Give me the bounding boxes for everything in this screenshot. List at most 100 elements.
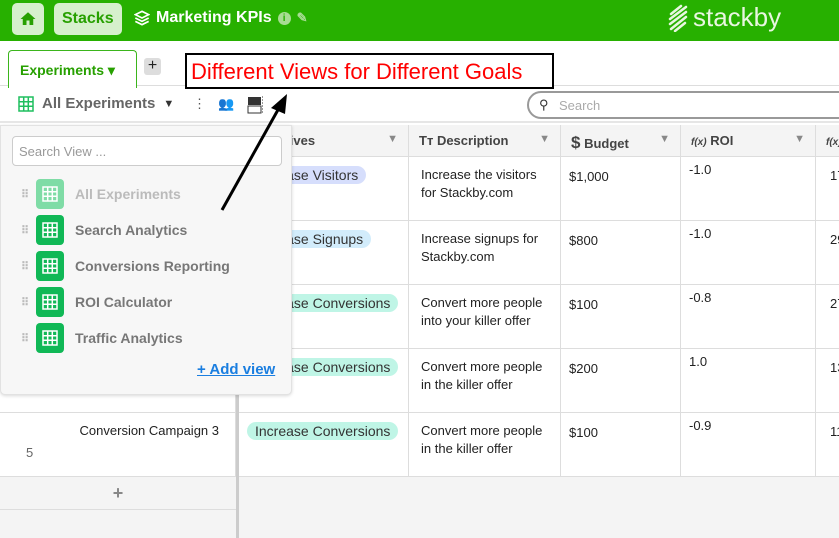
description-line: in the killer offer	[421, 441, 513, 456]
drag-handle-icon[interactable]: ⠿	[21, 296, 36, 309]
row-primary-cell[interactable]: Conversion Campaign 3 5	[0, 413, 236, 477]
stack-name: Marketing KPIs	[156, 9, 272, 26]
view-label: Search Analytics	[75, 222, 188, 238]
view-item[interactable]: ⠿ Search Analytics	[21, 215, 187, 245]
description-line: Increase the visitors	[421, 167, 537, 182]
grid-view-icon	[36, 323, 64, 353]
budget-cell[interactable]: $200	[561, 349, 681, 413]
currency-icon: $	[571, 133, 581, 152]
formula-cell[interactable]: 17	[816, 157, 839, 221]
description-cell[interactable]: Convert more people in the killer offer	[409, 349, 561, 413]
grid-view-icon	[36, 251, 64, 281]
description-line: into your killer offer	[421, 313, 531, 328]
info-icon[interactable]: i	[277, 11, 291, 25]
formula-value: 29	[830, 232, 839, 247]
budget-cell[interactable]: $100	[561, 285, 681, 349]
description-line: Convert more people	[421, 295, 543, 310]
description-line: in the killer offer	[421, 377, 513, 392]
roi-cell[interactable]: -1.0	[681, 221, 816, 285]
header-roi[interactable]: f(x) ROI ▼	[681, 125, 816, 157]
description-cell[interactable]: Convert more people into your killer offe…	[409, 285, 561, 349]
add-row-button[interactable]: +	[0, 477, 236, 510]
drag-handle-icon[interactable]: ⠿	[21, 224, 36, 237]
add-view-link[interactable]: + Add view	[197, 361, 275, 378]
view-label: Traffic Analytics	[75, 330, 183, 346]
budget-cell[interactable]: $800	[561, 221, 681, 285]
grid-view-icon	[18, 95, 34, 112]
row-number: 5	[26, 445, 34, 460]
budget-value: $200	[569, 361, 598, 376]
search-placeholder: Search	[559, 98, 601, 113]
grid-view-icon	[36, 215, 64, 245]
description-line: Convert more people	[421, 423, 543, 438]
stackby-logo-icon	[668, 4, 688, 32]
top-bar: Stacks Marketing KPIs i ✎ stackby	[0, 0, 839, 41]
grid-view-icon	[36, 179, 64, 209]
roi-value: -0.9	[689, 418, 712, 433]
budget-value: $100	[569, 297, 598, 312]
description-line: for Stackby.com	[421, 185, 514, 200]
view-item[interactable]: ⠿ ROI Calculator	[21, 287, 172, 317]
header-budget[interactable]: $ Budget ▼	[561, 125, 681, 157]
budget-value: $800	[569, 233, 598, 248]
view-item[interactable]: ⠿ Traffic Analytics	[21, 323, 183, 353]
formula-value: 13	[830, 360, 839, 375]
search-icon: ⚲	[539, 97, 549, 112]
description-cell[interactable]: Increase the visitors for Stackby.com	[409, 157, 561, 221]
formula-value: 17	[830, 168, 839, 183]
caret-down-icon: ▼	[163, 97, 175, 110]
stacks-button[interactable]: Stacks	[54, 3, 122, 35]
stack-title: Marketing KPIs i ✎	[134, 9, 308, 27]
budget-value: $1,000	[569, 169, 609, 184]
formula-cell[interactable]: 27	[816, 285, 839, 349]
caret-down-icon[interactable]: ▼	[794, 133, 805, 145]
drag-handle-icon[interactable]: ⠿	[21, 260, 36, 273]
roi-cell[interactable]: -1.0	[681, 157, 816, 221]
more-options-icon[interactable]: ⋮	[193, 96, 206, 112]
formula-icon: f(x)	[826, 137, 839, 148]
header-description[interactable]: Tт Description ▼	[409, 125, 561, 157]
view-item[interactable]: ⠿ Conversions Reporting	[21, 251, 230, 281]
header-label: Budget	[584, 136, 629, 151]
view-item[interactable]: ⠿ All Experiments	[21, 179, 181, 209]
view-toolbar: All Experiments ▼ ⋮ 👥 ⚲ Search	[0, 87, 839, 123]
grid-view-icon	[36, 287, 64, 317]
caret-down-icon[interactable]: ▼	[387, 133, 398, 145]
caret-down-icon[interactable]: ▼	[659, 133, 670, 145]
home-icon	[20, 12, 36, 25]
view-label: Conversions Reporting	[75, 258, 230, 274]
roi-cell[interactable]: -0.9	[681, 413, 816, 477]
formula-cell[interactable]: 13	[816, 349, 839, 413]
current-view-label: All Experiments	[42, 95, 156, 112]
header-formula-2[interactable]: f(x)	[816, 125, 839, 157]
formula-cell[interactable]: 29	[816, 221, 839, 285]
roi-cell[interactable]: -0.8	[681, 285, 816, 349]
add-table-button[interactable]: +	[144, 58, 161, 75]
view-selector[interactable]: All Experiments ▼	[18, 95, 174, 112]
home-button[interactable]	[12, 3, 44, 35]
caret-down-icon[interactable]: ▼	[539, 133, 550, 145]
text-field-icon: Tт	[419, 133, 434, 148]
description-cell[interactable]: Increase signups for Stackby.com	[409, 221, 561, 285]
budget-cell[interactable]: $1,000	[561, 157, 681, 221]
pencil-icon[interactable]: ✎	[297, 10, 308, 26]
drag-handle-icon[interactable]: ⠿	[21, 188, 36, 201]
roi-value: -1.0	[689, 162, 712, 177]
record-name: Conversion Campaign 3	[79, 423, 219, 438]
search-input[interactable]: ⚲ Search	[527, 91, 839, 119]
view-label: All Experiments	[75, 186, 181, 202]
formula-icon: f(x)	[691, 137, 707, 148]
budget-value: $100	[569, 425, 598, 440]
formula-value: 27	[830, 296, 839, 311]
tab-experiments[interactable]: Experiments ▾	[8, 50, 137, 88]
annotation-callout: Different Views for Different Goals	[185, 53, 554, 89]
objective-tag: Increase Conversions	[247, 422, 399, 440]
formula-cell[interactable]: 11	[816, 413, 839, 477]
description-cell[interactable]: Convert more people in the killer offer	[409, 413, 561, 477]
objective-cell[interactable]: Increase Conversions	[239, 413, 409, 477]
description-line: Stackby.com	[421, 249, 495, 264]
roi-value: -1.0	[689, 226, 712, 241]
budget-cell[interactable]: $100	[561, 413, 681, 477]
drag-handle-icon[interactable]: ⠿	[21, 332, 36, 345]
roi-cell[interactable]: 1.0	[681, 349, 816, 413]
